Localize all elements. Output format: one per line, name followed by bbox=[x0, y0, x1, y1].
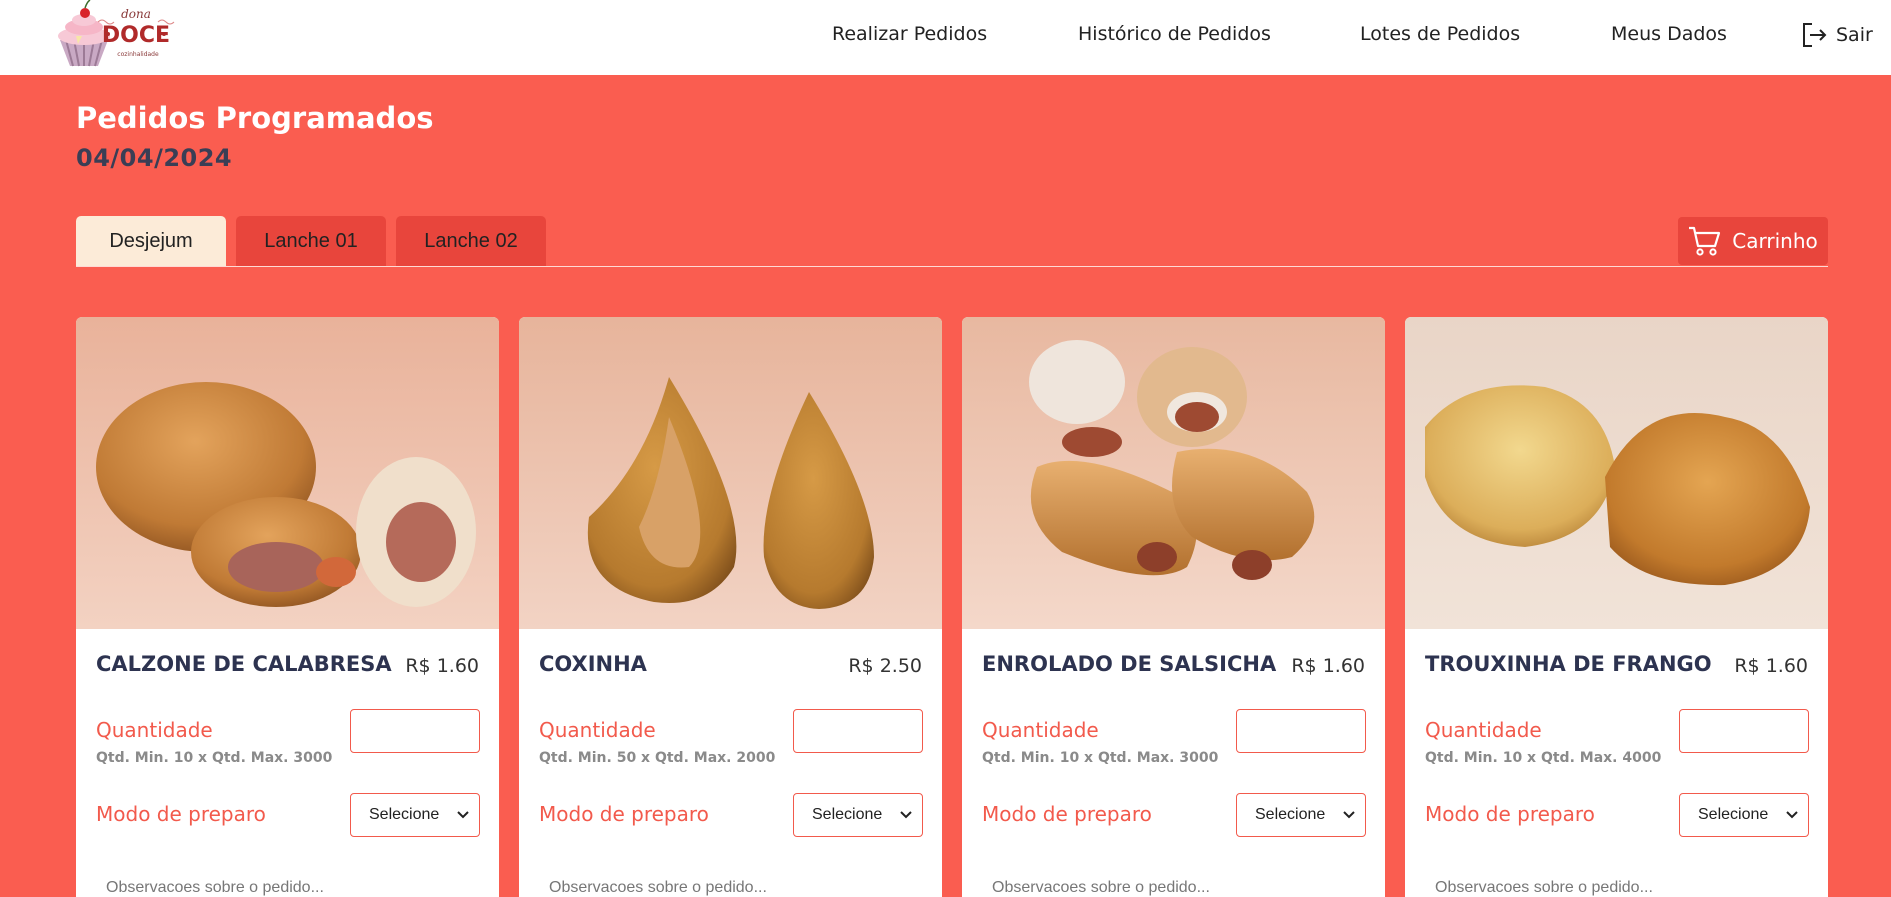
prep-mode-label: Modo de preparo bbox=[539, 802, 709, 826]
product-name: TROUXINHA DE FRANGO bbox=[1425, 652, 1712, 676]
quantity-limits: Qtd. Min. 10 x Qtd. Max. 4000 bbox=[1425, 750, 1662, 766]
product-image-enrolado[interactable] bbox=[962, 317, 1385, 629]
product-card-coxinha: COXINHA R$ 2.50 Quantidade Qtd. Min. 50 … bbox=[519, 317, 942, 897]
product-card-trouxinha: TROUXINHA DE FRANGO R$ 1.60 Quantidade Q… bbox=[1405, 317, 1828, 897]
chevron-down-icon bbox=[1786, 811, 1798, 819]
prep-mode-label: Modo de preparo bbox=[1425, 802, 1595, 826]
product-card-enrolado: ENROLADO DE SALSICHA R$ 1.60 Quantidade … bbox=[962, 317, 1385, 897]
order-notes-input[interactable]: Observacoes sobre o pedido... bbox=[549, 879, 767, 897]
product-name: ENROLADO DE SALSICHA bbox=[982, 652, 1277, 676]
logout-icon bbox=[1803, 23, 1827, 47]
cart-label: Carrinho bbox=[1732, 229, 1818, 253]
product-price: R$ 1.60 bbox=[1734, 655, 1808, 677]
logout-label: Sair bbox=[1836, 24, 1873, 46]
product-image-calzone[interactable] bbox=[76, 317, 499, 629]
quantity-label: Quantidade bbox=[982, 718, 1099, 742]
chevron-down-icon bbox=[457, 811, 469, 819]
tab-desjejum[interactable]: Desjejum bbox=[76, 216, 226, 266]
logo-text-tagline: cozinhalidade bbox=[117, 51, 159, 58]
product-image-coxinha[interactable] bbox=[519, 317, 942, 629]
tab-lanche-02[interactable]: Lanche 02 bbox=[396, 216, 546, 266]
product-price: R$ 1.60 bbox=[1291, 655, 1365, 677]
quantity-label: Quantidade bbox=[539, 718, 656, 742]
dona-doce-logo[interactable]: dona DOCE cozinhalidade bbox=[54, 0, 194, 68]
order-notes-input[interactable]: Observacoes sobre o pedido... bbox=[992, 879, 1210, 897]
prep-mode-select[interactable]: Selecione bbox=[1679, 793, 1809, 837]
chevron-down-icon bbox=[900, 811, 912, 819]
quantity-limits: Qtd. Min. 10 x Qtd. Max. 3000 bbox=[96, 750, 333, 766]
cart-icon bbox=[1689, 226, 1721, 256]
cart-button[interactable]: Carrinho bbox=[1678, 217, 1828, 265]
nav-historico-de-pedidos[interactable]: Histórico de Pedidos bbox=[1078, 23, 1271, 45]
prep-mode-value: Selecione bbox=[812, 806, 883, 823]
product-image-trouxinha[interactable] bbox=[1405, 317, 1828, 629]
nav-meus-dados[interactable]: Meus Dados bbox=[1611, 23, 1727, 45]
quantity-label: Quantidade bbox=[1425, 718, 1542, 742]
quantity-input[interactable] bbox=[1679, 709, 1809, 753]
nav-lotes-de-pedidos[interactable]: Lotes de Pedidos bbox=[1360, 23, 1520, 45]
page-title: Pedidos Programados bbox=[76, 101, 434, 135]
quantity-input[interactable] bbox=[793, 709, 923, 753]
order-notes-input[interactable]: Observacoes sobre o pedido... bbox=[1435, 879, 1653, 897]
prep-mode-label: Modo de preparo bbox=[982, 802, 1152, 826]
quantity-label: Quantidade bbox=[96, 718, 213, 742]
logo-text-dona: dona bbox=[121, 7, 151, 21]
order-notes-input[interactable]: Observacoes sobre o pedido... bbox=[106, 879, 324, 897]
quantity-limits: Qtd. Min. 50 x Qtd. Max. 2000 bbox=[539, 750, 776, 766]
prep-mode-value: Selecione bbox=[1698, 806, 1769, 823]
logo-text-doce: DOCE bbox=[102, 23, 170, 48]
prep-mode-value: Selecione bbox=[1255, 806, 1326, 823]
quantity-limits: Qtd. Min. 10 x Qtd. Max. 3000 bbox=[982, 750, 1219, 766]
tab-lanche-01[interactable]: Lanche 01 bbox=[236, 216, 386, 266]
product-price: R$ 1.60 bbox=[405, 655, 479, 677]
product-name: COXINHA bbox=[539, 652, 647, 676]
tab-divider bbox=[76, 266, 1828, 267]
product-price: R$ 2.50 bbox=[848, 655, 922, 677]
prep-mode-label: Modo de preparo bbox=[96, 802, 266, 826]
product-name: CALZONE DE CALABRESA bbox=[96, 652, 392, 676]
prep-mode-select[interactable]: Selecione bbox=[793, 793, 923, 837]
nav-realizar-pedidos[interactable]: Realizar Pedidos bbox=[832, 23, 987, 45]
product-card-calzone: CALZONE DE CALABRESA R$ 1.60 Quantidade … bbox=[76, 317, 499, 897]
top-navigation-bar: dona DOCE cozinhalidade Realizar Pedidos… bbox=[0, 0, 1891, 75]
chevron-down-icon bbox=[1343, 811, 1355, 819]
quantity-input[interactable] bbox=[1236, 709, 1366, 753]
page-date: 04/04/2024 bbox=[76, 144, 233, 172]
prep-mode-select[interactable]: Selecione bbox=[350, 793, 480, 837]
quantity-input[interactable] bbox=[350, 709, 480, 753]
prep-mode-value: Selecione bbox=[369, 806, 440, 823]
prep-mode-select[interactable]: Selecione bbox=[1236, 793, 1366, 837]
logout-button[interactable]: Sair bbox=[1800, 21, 1873, 49]
